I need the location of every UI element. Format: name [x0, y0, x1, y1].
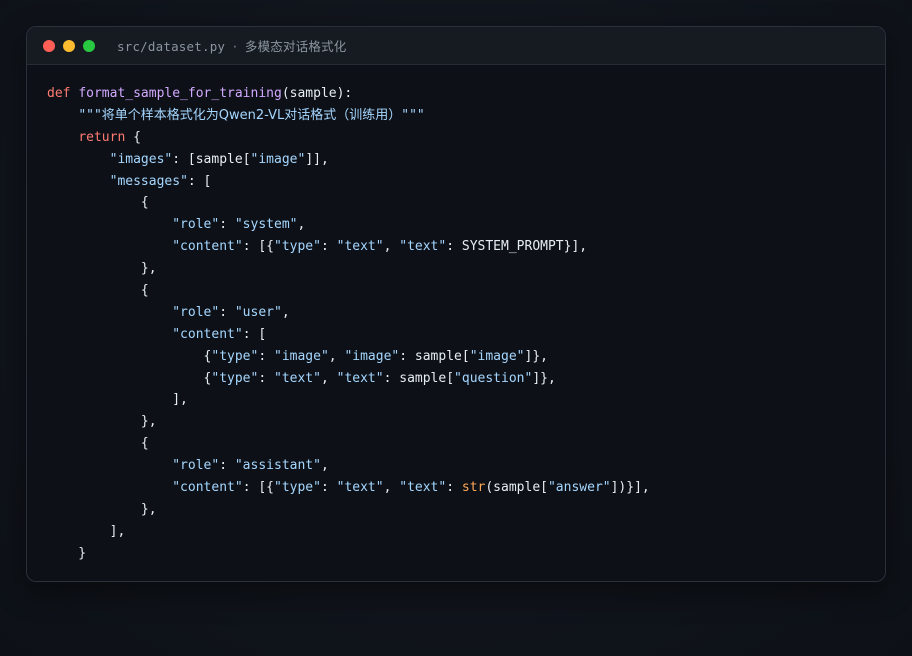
code-line: ],: [47, 392, 188, 408]
string-literal: "answer": [547, 480, 611, 496]
string-literal: "text": [336, 239, 384, 255]
code-line: {: [47, 195, 149, 211]
builtin-str: str: [461, 480, 486, 496]
string-literal: "content": [172, 326, 243, 342]
docstring-text: 将单个样本格式化为Qwen2-VL对话格式（训练用）: [101, 107, 402, 123]
string-literal: "messages": [109, 173, 188, 189]
docstring-open: """: [78, 107, 102, 123]
string-literal: "content": [172, 239, 243, 255]
code-line: "messages": [: [109, 173, 212, 189]
maximize-window-button[interactable]: [83, 39, 95, 52]
code-line: "content": [: [172, 326, 267, 342]
code-line: "content": [{"type": "text", "text": str…: [172, 480, 650, 496]
file-path: src/dataset.py: [117, 39, 226, 54]
code-line: },: [47, 261, 157, 277]
string-literal: "assistant": [234, 458, 321, 474]
page-background: src/dataset.py · 多模态对话格式化 def format_sampl…: [0, 0, 912, 656]
close-window-button[interactable]: [43, 39, 55, 52]
window-titlebar: src/dataset.py · 多模态对话格式化: [27, 27, 885, 65]
code-line: {: [47, 283, 149, 299]
code-line: "role": "system",: [172, 217, 306, 233]
string-literal: "text": [336, 370, 384, 386]
window-subtitle: 多模态对话格式化: [244, 39, 347, 54]
code-line: },: [47, 501, 157, 517]
code-line: "role": "assistant",: [172, 458, 329, 474]
code-line: def format_sample_for_training(sample):: [47, 83, 885, 105]
string-literal: "content": [172, 480, 243, 496]
code-block: def format_sample_for_training(sample): …: [27, 65, 885, 565]
string-literal: "user": [234, 304, 282, 320]
minimize-window-button[interactable]: [63, 39, 75, 52]
code-line: }: [47, 545, 87, 561]
string-literal: "image": [469, 348, 525, 364]
code-line: """将单个样本格式化为Qwen2-VL对话格式（训练用）""": [47, 105, 885, 127]
docstring-close: """: [401, 107, 425, 123]
string-literal: "role": [172, 304, 220, 320]
code-line: return {: [78, 129, 141, 145]
code-line: ],: [47, 523, 126, 539]
string-literal: "type": [274, 480, 321, 496]
code-line: "role": "user",: [172, 304, 290, 320]
code-line: {"type": "image", "image": sample["image…: [47, 348, 548, 364]
string-literal: "type": [274, 239, 321, 255]
string-literal: "text": [399, 239, 447, 255]
string-literal: "type": [211, 348, 259, 364]
code-line: },: [47, 414, 157, 430]
constant-system-prompt: SYSTEM_PROMPT: [461, 239, 564, 255]
window-title: src/dataset.py · 多模态对话格式化: [117, 36, 347, 55]
keyword-return: return: [78, 129, 126, 145]
function-name: format_sample_for_training: [78, 86, 282, 101]
string-literal: "image": [274, 348, 329, 364]
string-literal: "text": [274, 370, 321, 386]
string-literal: "image": [250, 151, 306, 167]
string-literal: "question": [454, 370, 533, 386]
title-separator: ·: [231, 39, 239, 54]
code-line: "content": [{"type": "text", "text": SYS…: [172, 239, 588, 255]
string-literal: "text": [336, 480, 384, 496]
string-literal: "images": [109, 151, 173, 167]
string-literal: "role": [172, 458, 220, 474]
string-literal: "role": [172, 217, 220, 233]
code-line: {: [47, 436, 149, 452]
function-params: (sample):: [281, 86, 353, 101]
code-window: src/dataset.py · 多模态对话格式化 def format_sampl…: [26, 26, 886, 582]
string-literal: "system": [234, 217, 298, 233]
keyword-def: def: [47, 86, 71, 101]
string-literal: "type": [211, 370, 259, 386]
string-literal: "text": [399, 480, 447, 496]
code-line: "images": [sample["image"]],: [109, 151, 329, 167]
string-literal: "image": [344, 348, 400, 364]
code-line: {"type": "text", "text": sample["questio…: [47, 370, 556, 386]
